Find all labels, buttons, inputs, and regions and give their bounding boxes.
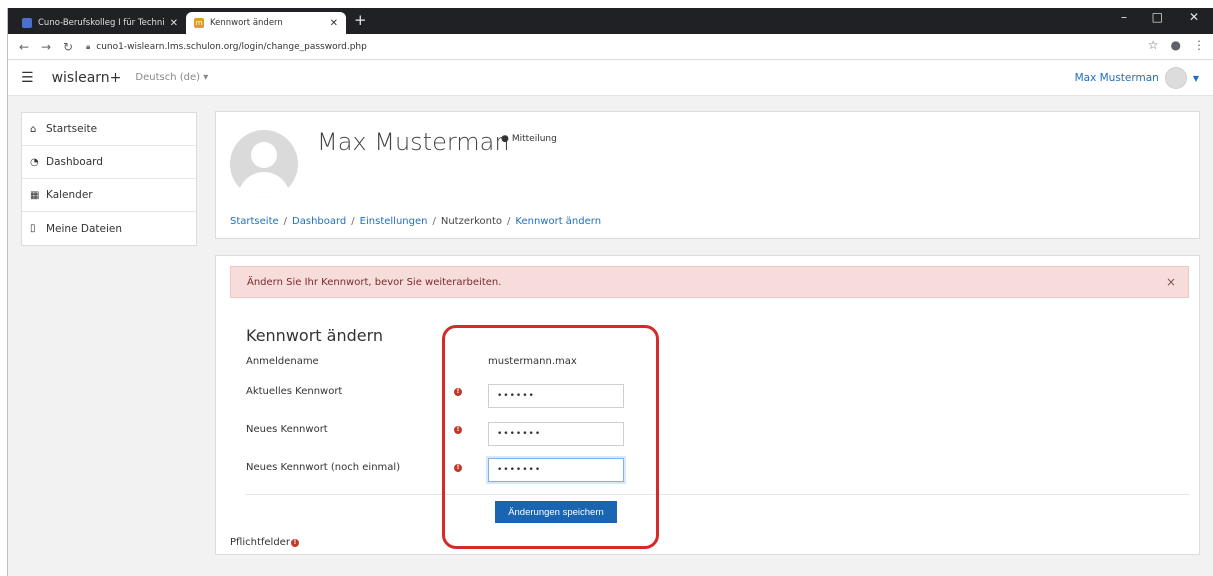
- moodle-favicon-icon: m: [194, 18, 204, 28]
- user-menu[interactable]: Max Musterman ▼: [1075, 67, 1199, 89]
- required-fields-label: Pflichtfelder: [230, 537, 290, 548]
- lock-icon: 🔒︎: [86, 41, 91, 51]
- language-label: Deutsch (de): [135, 72, 201, 83]
- caret-down-icon: ▼: [1192, 73, 1199, 83]
- menu-dots-icon[interactable]: ⋮: [1193, 38, 1205, 52]
- username-label: Anmeldename: [246, 356, 319, 367]
- sidebar-item-label: Dashboard: [46, 156, 103, 168]
- url-text: cuno1-wislearn.lms.schulon.org/login/cha…: [96, 41, 367, 52]
- user-name: Max Musterman: [1074, 72, 1159, 84]
- alert-text: Ändern Sie Ihr Kennwort, bevor Sie weite…: [247, 276, 502, 288]
- tab-title: Kennwort ändern: [210, 18, 283, 28]
- minimize-button[interactable]: –: [1121, 10, 1127, 24]
- new-tab-button[interactable]: +: [354, 11, 367, 29]
- breadcrumb-kennwort-aendern[interactable]: Kennwort ändern: [515, 216, 601, 227]
- close-tab-icon[interactable]: ✕: [170, 18, 178, 29]
- browser-tab-cuno[interactable]: Cuno-Berufskolleg I für Technik o ✕: [14, 12, 186, 34]
- required-fields-note: Pflichtfelder !: [230, 537, 299, 548]
- breadcrumb-separator: /: [507, 216, 511, 227]
- breadcrumb-einstellungen[interactable]: Einstellungen: [360, 216, 428, 227]
- close-alert-icon[interactable]: ×: [1166, 275, 1176, 289]
- breadcrumb-separator: /: [432, 216, 436, 227]
- message-link[interactable]: ● Mitteilung: [501, 134, 557, 144]
- required-icon: !: [290, 538, 299, 547]
- language-selector[interactable]: Deutsch (de) ▾: [135, 72, 208, 83]
- home-icon: ⌂: [30, 123, 37, 135]
- close-window-button[interactable]: ✕: [1189, 10, 1199, 24]
- forward-arrow-icon[interactable]: →: [40, 40, 52, 54]
- save-changes-button[interactable]: Änderungen speichern: [495, 501, 617, 523]
- url-field[interactable]: 🔒︎ cuno1-wislearn.lms.schulon.org/login/…: [86, 42, 367, 52]
- breadcrumb-separator: /: [351, 216, 355, 227]
- new-password-again-label: Neues Kennwort (noch einmal): [246, 462, 401, 473]
- left-navigation: ⌂ Startseite ◔ Dashboard ▦ Kalender ▯ Me…: [21, 112, 197, 246]
- current-password-input[interactable]: ••••••: [488, 384, 624, 408]
- file-icon: ▯: [30, 223, 36, 234]
- dashboard-icon: ◔: [30, 156, 39, 168]
- new-password-again-input[interactable]: •••••••: [488, 458, 624, 482]
- required-icon: !: [454, 464, 462, 472]
- password-change-alert: Ändern Sie Ihr Kennwort, bevor Sie weite…: [230, 266, 1189, 298]
- sidebar-item-label: Meine Dateien: [46, 222, 123, 235]
- hamburger-menu-icon[interactable]: ☰: [21, 70, 34, 86]
- breadcrumb-dashboard[interactable]: Dashboard: [292, 216, 346, 227]
- favicon-icon: [22, 18, 32, 28]
- site-navbar: ☰ wislearn+ Deutsch (de) ▾ Max Musterman…: [8, 60, 1213, 96]
- new-password-input[interactable]: •••••••: [488, 422, 624, 446]
- sidebar-item-meine-dateien[interactable]: ▯ Meine Dateien: [22, 212, 196, 245]
- reload-icon[interactable]: ↻: [62, 40, 74, 54]
- browser-tab-kennwort[interactable]: m Kennwort ändern ✕: [186, 12, 346, 34]
- profile-icon[interactable]: ●: [1171, 38, 1181, 52]
- tab-title: Cuno-Berufskolleg I für Technik o: [38, 18, 164, 28]
- main-content-card: Ändern Sie Ihr Kennwort, bevor Sie weite…: [215, 255, 1200, 555]
- maximize-button[interactable]: □: [1152, 10, 1163, 24]
- close-tab-icon[interactable]: ✕: [330, 18, 338, 29]
- required-icon: !: [454, 426, 462, 434]
- required-icon: !: [454, 388, 462, 396]
- sidebar-item-kalender[interactable]: ▦ Kalender: [22, 179, 196, 212]
- back-arrow-icon[interactable]: ←: [18, 40, 30, 54]
- username-value: mustermann.max: [488, 356, 577, 367]
- breadcrumb-nutzerkonto: Nutzerkonto: [440, 216, 503, 227]
- tab-strip: Cuno-Berufskolleg I für Technik o ✕ m Ke…: [8, 8, 1213, 34]
- speech-bubble-icon: ●: [501, 134, 509, 144]
- profile-avatar: [230, 130, 298, 198]
- current-password-label: Aktuelles Kennwort: [246, 386, 343, 397]
- address-bar: ← → ↻ 🔒︎ cuno1-wislearn.lms.schulon.org/…: [8, 34, 1213, 60]
- form-title: Kennwort ändern: [246, 326, 384, 345]
- user-avatar: [1164, 67, 1187, 89]
- sidebar-item-label: Kalender: [46, 189, 93, 201]
- form-divider: [246, 494, 1189, 495]
- breadcrumb-startseite[interactable]: Startseite: [230, 216, 279, 227]
- browser-window: Cuno-Berufskolleg I für Technik o ✕ m Ke…: [7, 8, 1213, 576]
- new-password-label: Neues Kennwort: [246, 424, 328, 435]
- sidebar-item-dashboard[interactable]: ◔ Dashboard: [22, 146, 196, 179]
- calendar-icon: ▦: [30, 189, 40, 201]
- breadcrumb-separator: /: [283, 216, 288, 227]
- sidebar-item-label: Startseite: [46, 123, 98, 135]
- breadcrumb: Startseite / Dashboard / Einstellungen /…: [230, 216, 601, 227]
- message-label: Mitteilung: [511, 134, 557, 144]
- site-brand[interactable]: wislearn+: [52, 70, 122, 86]
- bookmark-star-icon[interactable]: ☆: [1148, 38, 1159, 52]
- page-header-card: Max Musterman ● Mitteilung Startseite / …: [215, 111, 1200, 239]
- page-title: Max Musterman: [317, 128, 510, 156]
- sidebar-item-startseite[interactable]: ⌂ Startseite: [22, 113, 196, 146]
